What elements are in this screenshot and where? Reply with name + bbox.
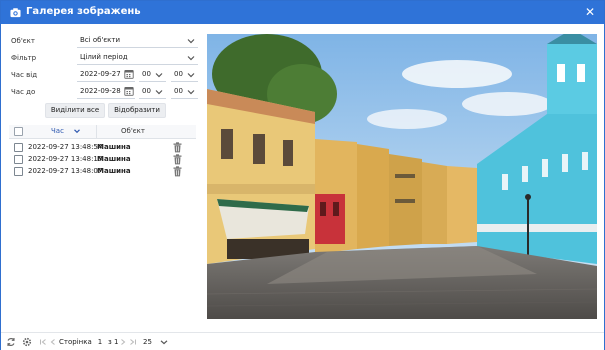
paging-bar: Сторінка 1 з 1 25 — [1, 332, 604, 350]
filter-panel: Об'єкт Всі об'єкти Фільтр Цілий період Ч… — [1, 24, 201, 324]
row-object: Машина — [97, 143, 131, 151]
time-to-hour-select[interactable]: 00 — [139, 85, 166, 99]
street-photo — [207, 34, 597, 319]
object-label: Об'єкт — [11, 37, 35, 45]
last-page-icon[interactable] — [128, 337, 138, 347]
first-page-icon[interactable] — [38, 337, 48, 347]
trash-icon[interactable] — [173, 142, 182, 153]
window-title: Галерея зображень — [26, 6, 141, 17]
chevron-down-icon — [155, 90, 163, 95]
row-object: Машина — [97, 167, 131, 175]
row-checkbox[interactable] — [14, 143, 23, 152]
time-from-label: Час від — [11, 71, 38, 79]
grid-header: Час Об'єкт — [9, 125, 196, 139]
select-all-button[interactable]: Виділити все — [45, 103, 105, 118]
page-count: з 1 — [108, 338, 119, 346]
trash-icon[interactable] — [173, 154, 182, 165]
time-to-minute-value: 00 — [174, 87, 183, 95]
filter-label: Фільтр — [11, 54, 37, 62]
camera-icon — [10, 8, 21, 18]
time-from-date-value: 2022-09-27 — [80, 70, 121, 78]
chevron-down-icon — [187, 90, 195, 95]
filter-select-value: Цілий період — [80, 53, 128, 61]
row-checkbox[interactable] — [14, 167, 23, 176]
close-icon[interactable]: ✕ — [584, 5, 596, 19]
prev-page-icon[interactable] — [48, 337, 58, 347]
sort-chevron-icon[interactable] — [73, 127, 81, 135]
chevron-down-icon — [187, 39, 195, 44]
time-from-minute-value: 00 — [174, 70, 183, 78]
trash-icon[interactable] — [173, 166, 182, 177]
title-bar: Галерея зображень ✕ — [1, 1, 604, 24]
time-from-hour-value: 00 — [142, 70, 151, 78]
chevron-down-icon — [155, 73, 163, 78]
sync-icon[interactable] — [6, 337, 16, 347]
page-size-select[interactable]: 25 — [143, 337, 152, 347]
calendar-icon[interactable] — [124, 86, 134, 96]
time-to-date-value: 2022-09-28 — [80, 87, 121, 95]
chevron-down-icon — [187, 56, 195, 61]
filter-select[interactable]: Цілий період — [77, 51, 198, 65]
settings-icon[interactable] — [22, 337, 32, 347]
image-gallery-window: Галерея зображень ✕ Об'єкт Всі об'єкти Ф… — [0, 0, 605, 350]
page-number-input[interactable]: 1 — [95, 337, 105, 347]
row-time: 2022-09-27 13:48:15 — [28, 155, 103, 163]
row-time: 2022-09-27 13:48:54 — [28, 143, 103, 151]
chevron-down-icon[interactable] — [159, 337, 169, 347]
image-preview — [207, 34, 597, 319]
table-row[interactable]: 2022-09-27 13:48:07 Машина — [9, 166, 196, 178]
page-label: Сторінка — [59, 338, 92, 346]
select-all-checkbox[interactable] — [14, 127, 23, 136]
time-from-hour-select[interactable]: 00 — [139, 68, 166, 82]
column-divider — [96, 125, 97, 139]
row-checkbox[interactable] — [14, 155, 23, 164]
object-select[interactable]: Всі об'єкти — [77, 34, 198, 48]
next-page-icon[interactable] — [118, 337, 128, 347]
row-object: Машина — [97, 155, 131, 163]
object-select-value: Всі об'єкти — [80, 36, 121, 44]
calendar-icon[interactable] — [124, 69, 134, 79]
time-to-hour-value: 00 — [142, 87, 151, 95]
table-row[interactable]: 2022-09-27 13:48:54 Машина — [9, 142, 196, 154]
column-header-time[interactable]: Час — [51, 126, 64, 137]
time-to-minute-select[interactable]: 00 — [171, 85, 198, 99]
row-time: 2022-09-27 13:48:07 — [28, 167, 103, 175]
column-header-object[interactable]: Об'єкт — [121, 126, 145, 137]
table-row[interactable]: 2022-09-27 13:48:15 Машина — [9, 154, 196, 166]
show-button[interactable]: Відобразити — [108, 103, 166, 118]
time-from-minute-select[interactable]: 00 — [171, 68, 198, 82]
chevron-down-icon — [187, 73, 195, 78]
time-to-label: Час до — [11, 88, 36, 96]
